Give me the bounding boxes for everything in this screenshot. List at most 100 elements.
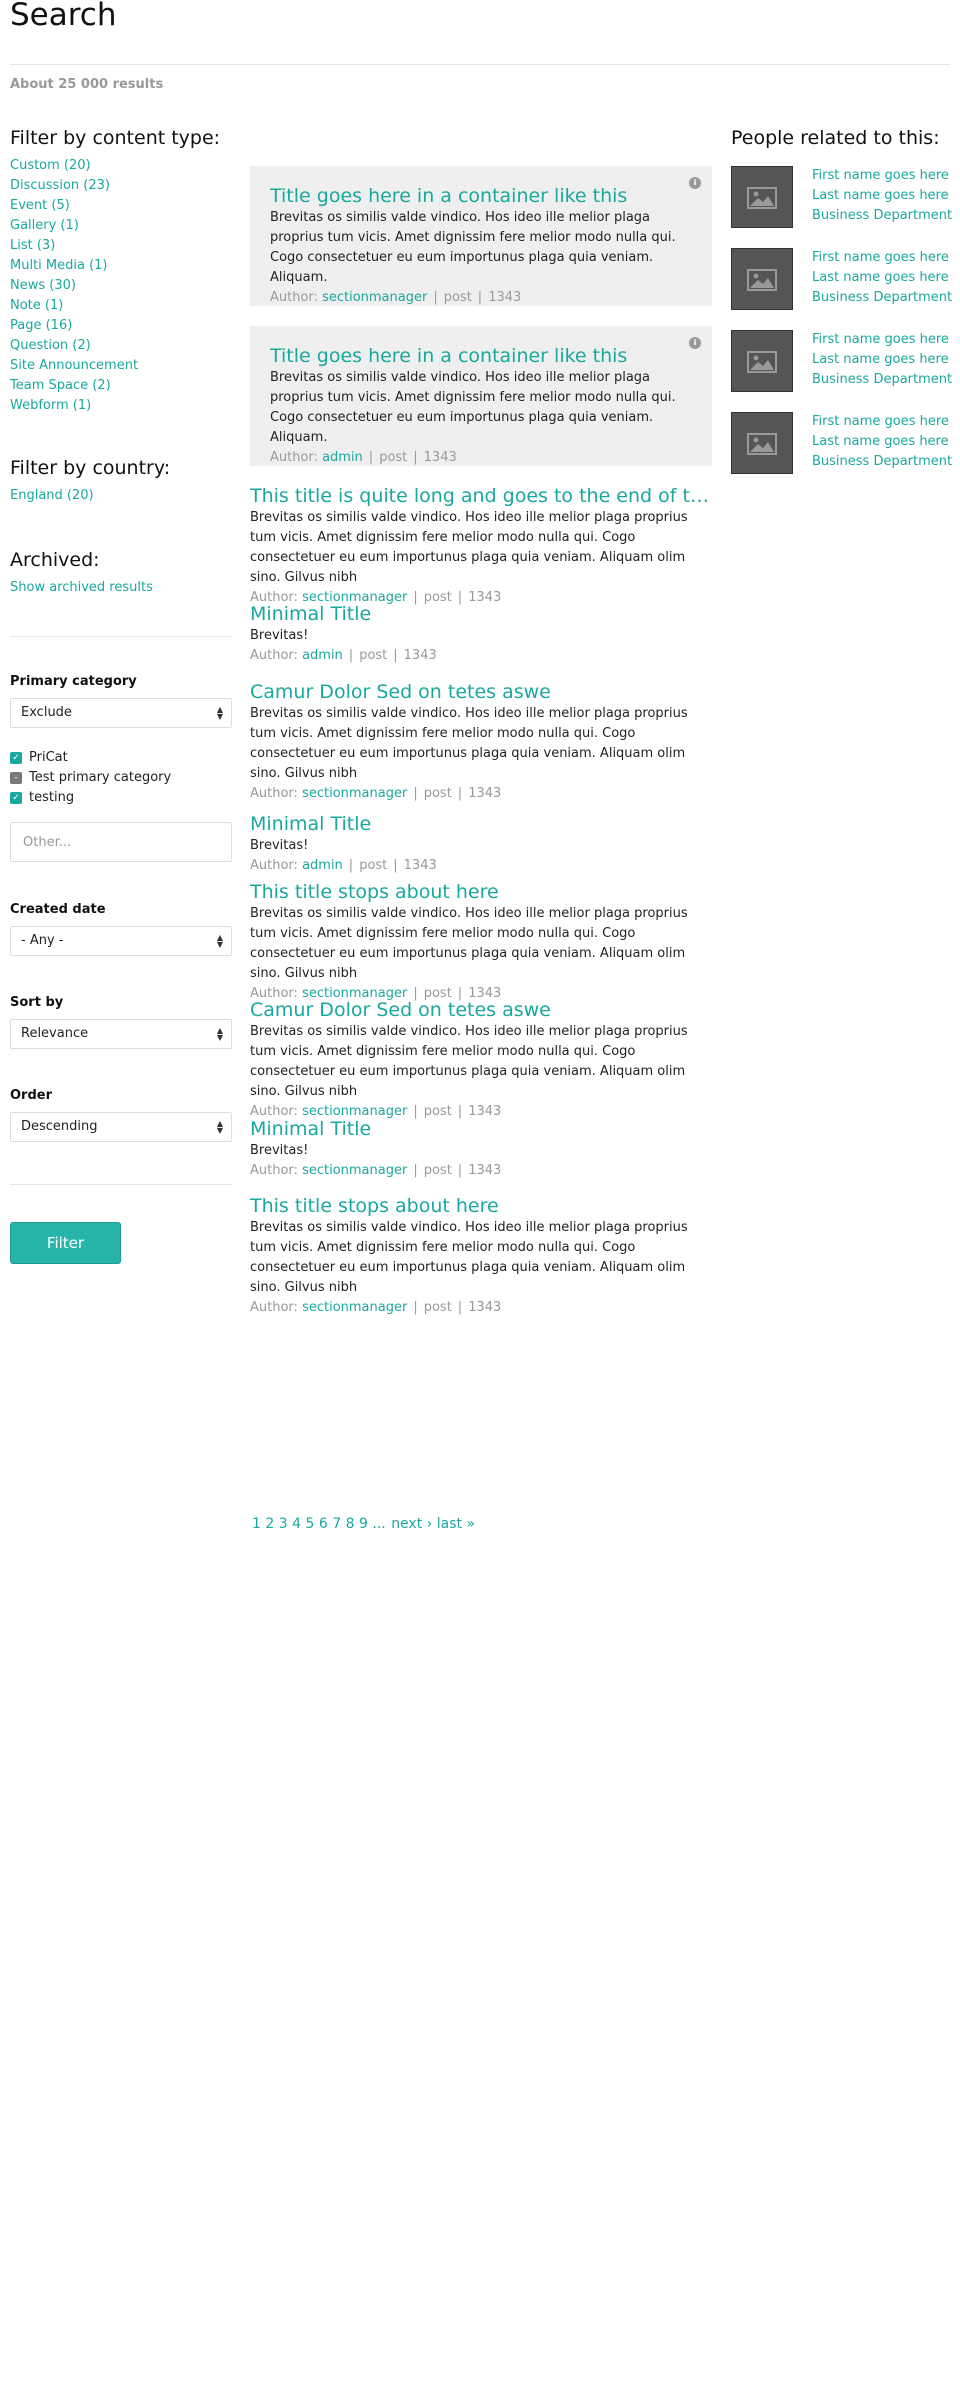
meta-separator: | <box>413 1300 418 1315</box>
filter-button[interactable]: Filter <box>10 1222 121 1264</box>
avatar[interactable] <box>731 248 793 310</box>
result-snippet: Brevitas os similis valde vindico. Hos i… <box>250 1024 688 1099</box>
person-dept[interactable]: Business Department <box>812 288 952 308</box>
person-last[interactable]: Last name goes here <box>812 186 952 206</box>
page-link[interactable]: 2 <box>265 1516 274 1532</box>
avatar[interactable] <box>731 330 793 392</box>
person-dept[interactable]: Business Department <box>812 370 952 390</box>
primary-category-options: ✓ PriCat – Test primary category ✓ testing <box>10 748 171 808</box>
result-title-link[interactable]: Minimal Title <box>250 812 712 836</box>
facet-link[interactable]: Multi Media (1) <box>10 258 108 273</box>
result-title-link[interactable]: This title stops about here <box>250 880 712 904</box>
check-icon[interactable]: ✓ <box>10 752 22 764</box>
facet-link[interactable]: Discussion (23) <box>10 178 110 193</box>
next-page-link[interactable]: next › <box>391 1516 432 1532</box>
facet-link[interactable]: Note (1) <box>10 298 63 313</box>
person-card: First name goes here Last name goes here B… <box>731 412 953 474</box>
page-title: Search <box>10 0 117 33</box>
person-last[interactable]: Last name goes here <box>812 268 952 288</box>
author-link[interactable]: sectionmanager <box>322 290 427 305</box>
person-first[interactable]: First name goes here <box>812 330 952 350</box>
facet-link[interactable]: List (3) <box>10 238 55 253</box>
page-link[interactable]: 9 <box>359 1516 368 1532</box>
partial-check-icon[interactable]: – <box>10 772 22 784</box>
person-dept[interactable]: Business Department <box>812 206 952 226</box>
person-last[interactable]: Last name goes here <box>812 432 952 452</box>
result-title-link[interactable]: This title stops about here <box>250 1194 712 1218</box>
author-link[interactable]: admin <box>302 648 343 663</box>
category-option[interactable]: ✓ PriCat <box>10 748 171 768</box>
author-label: Author: <box>270 290 318 305</box>
check-icon[interactable]: ✓ <box>10 792 22 804</box>
avatar[interactable] <box>731 166 793 228</box>
search-result: Camur Dolor Sed on tetes aswe Brevitas os… <box>250 998 712 1122</box>
last-page-link[interactable]: last » <box>437 1516 475 1532</box>
result-title-link[interactable]: Title goes here in a container like this <box>270 344 692 368</box>
result-title-link[interactable]: Minimal Title <box>250 1117 712 1141</box>
page-link[interactable]: 6 <box>319 1516 328 1532</box>
result-meta: Author: admin | post | 1343 <box>250 856 712 876</box>
page-link[interactable]: 8 <box>346 1516 355 1532</box>
page-link[interactable]: 7 <box>332 1516 341 1532</box>
result-title-link[interactable]: This title is quite long and goes to the… <box>250 484 712 508</box>
title-divider <box>10 64 950 65</box>
person-dept[interactable]: Business Department <box>812 452 952 472</box>
facet-link[interactable]: Custom (20) <box>10 158 91 173</box>
person-first[interactable]: First name goes here <box>812 166 952 186</box>
search-result: This title stops about here Brevitas os s… <box>250 1194 712 1318</box>
page-link[interactable]: 4 <box>292 1516 301 1532</box>
author-link[interactable]: sectionmanager <box>302 1300 407 1315</box>
person-last[interactable]: Last name goes here <box>812 350 952 370</box>
sort-by-select[interactable]: Relevance ▲ ▼ <box>10 1019 232 1049</box>
primary-category-select[interactable]: Exclude ▲ ▼ <box>10 698 232 728</box>
sort-by-value: Relevance <box>21 1026 89 1041</box>
sidebar-divider <box>10 1184 232 1185</box>
info-icon[interactable]: i <box>689 177 701 189</box>
facet-link[interactable]: Site Announcement <box>10 358 138 373</box>
result-title-link[interactable]: Title goes here in a container like this <box>270 184 692 208</box>
facet-link[interactable]: Team Space (2) <box>10 378 111 393</box>
image-placeholder-icon <box>747 187 777 209</box>
person-first[interactable]: First name goes here <box>812 412 952 432</box>
pager-ellipsis: ... <box>372 1516 386 1532</box>
facet-link[interactable]: Page (16) <box>10 318 72 333</box>
facet-link[interactable]: Gallery (1) <box>10 218 79 233</box>
category-option[interactable]: – Test primary category <box>10 768 171 788</box>
country-filter: Filter by country: England (20) <box>10 456 232 506</box>
archived-filter: Archived: Show archived results <box>10 548 232 595</box>
page-link[interactable]: 1 <box>252 1516 261 1532</box>
other-category-input[interactable] <box>10 822 232 862</box>
author-link[interactable]: sectionmanager <box>302 1163 407 1178</box>
person-first[interactable]: First name goes here <box>812 248 952 268</box>
created-date-select[interactable]: - Any - ▲ ▼ <box>10 926 232 956</box>
facet-item: Note (1) <box>10 296 232 316</box>
show-archived-link[interactable]: Show archived results <box>10 580 232 595</box>
country-link[interactable]: England (20) <box>10 488 94 503</box>
select-caret-icon: ▲ ▼ <box>216 705 223 721</box>
author-link[interactable]: admin <box>302 858 343 873</box>
search-result: Minimal Title Brevitas! Author: sectionman… <box>250 1117 712 1181</box>
facet-item: Team Space (2) <box>10 376 232 396</box>
facet-item: England (20) <box>10 486 232 506</box>
result-type: post <box>359 858 388 873</box>
author-link[interactable]: admin <box>322 450 363 465</box>
page-link[interactable]: 3 <box>279 1516 288 1532</box>
result-title-link[interactable]: Minimal Title <box>250 602 712 626</box>
result-type: post <box>379 450 408 465</box>
page-link[interactable]: 5 <box>306 1516 315 1532</box>
order-select[interactable]: Descending ▲ ▼ <box>10 1112 232 1142</box>
facet-link[interactable]: Question (2) <box>10 338 91 353</box>
info-icon[interactable]: i <box>689 337 701 349</box>
category-option[interactable]: ✓ testing <box>10 788 171 808</box>
facet-link[interactable]: News (30) <box>10 278 76 293</box>
facet-link[interactable]: Event (5) <box>10 198 70 213</box>
result-title-link[interactable]: Camur Dolor Sed on tetes aswe <box>250 680 712 704</box>
meta-separator: | <box>348 858 354 873</box>
result-title-link[interactable]: Camur Dolor Sed on tetes aswe <box>250 998 712 1022</box>
avatar[interactable] <box>731 412 793 474</box>
author-link[interactable]: sectionmanager <box>302 786 407 801</box>
facet-link[interactable]: Webform (1) <box>10 398 91 413</box>
search-result: Minimal Title Brevitas! Author: admin | post… <box>250 812 712 876</box>
category-option-label: PriCat <box>29 750 68 765</box>
facet-item: Discussion (23) <box>10 176 232 196</box>
